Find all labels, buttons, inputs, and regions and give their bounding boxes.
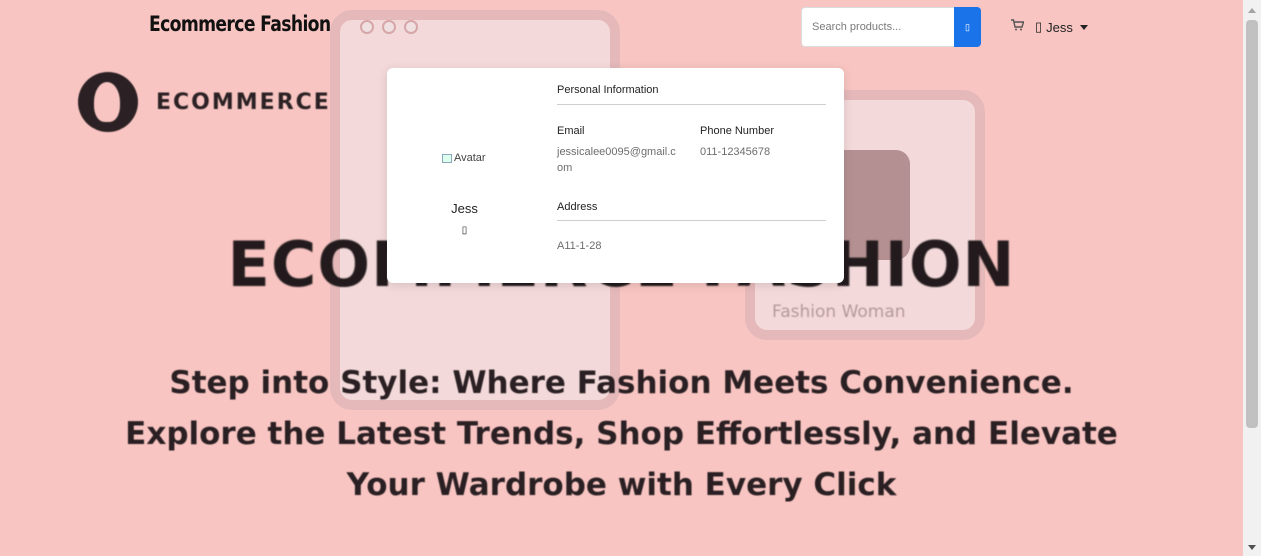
scroll-up-arrow-icon[interactable] [1248, 8, 1256, 13]
caret-down-icon [1079, 24, 1088, 30]
avatar-alt-text: Avatar [454, 152, 486, 164]
user-dropdown[interactable]: ▯ Jess [1035, 19, 1088, 35]
cart-icon [1011, 19, 1025, 31]
tagline-line: Step into Style: Where Fashion Meets Con… [169, 365, 1074, 401]
divider [557, 104, 826, 105]
scroll-down-arrow-icon[interactable] [1248, 545, 1256, 550]
avatar: Avatar [442, 152, 486, 164]
broken-image-icon [442, 153, 452, 163]
square-icon: ▯ [965, 21, 970, 32]
edit-profile-icon[interactable]: ▯ [387, 225, 542, 236]
phone-label: Phone Number [700, 125, 774, 137]
logo-text: ECOMMERCE [156, 89, 331, 115]
profile-card: Avatar Jess ▯ Personal Information Email… [387, 68, 844, 283]
user-name: Jess [1046, 19, 1073, 35]
divider [557, 220, 826, 221]
tagline-line: Your Wardrobe with Every Click [346, 467, 897, 503]
hero-logo: ECOMMERCE [78, 72, 331, 132]
email-label: Email [557, 125, 585, 137]
personal-info-heading: Personal Information [557, 84, 659, 96]
phone-value: 011-12345678 [700, 146, 771, 158]
address-heading: Address [557, 201, 598, 213]
address-value: A11-1-28 [557, 240, 602, 252]
hero-badge: Fashion Woman [772, 302, 906, 322]
tagline-line: Explore the Latest Trends, Shop Effortle… [125, 416, 1118, 452]
window-dots-decoration [360, 20, 418, 34]
logo-woman-icon [78, 72, 138, 132]
cart-button[interactable] [1011, 19, 1025, 34]
email-value: jessicalee0095@gmail.com [557, 146, 676, 174]
user-icon: ▯ [1035, 19, 1043, 34]
search-input[interactable] [801, 7, 954, 47]
hero-tagline: Step into Style: Where Fashion Meets Con… [0, 358, 1243, 511]
search-button[interactable]: ▯ [954, 7, 981, 47]
profile-name: Jess [451, 201, 478, 216]
brand-link[interactable]: Ecommerce Fashion [149, 12, 331, 36]
page-scrollbar[interactable] [1243, 0, 1261, 556]
scrollbar-thumb[interactable] [1246, 20, 1258, 428]
search-form: ▯ [801, 7, 981, 47]
